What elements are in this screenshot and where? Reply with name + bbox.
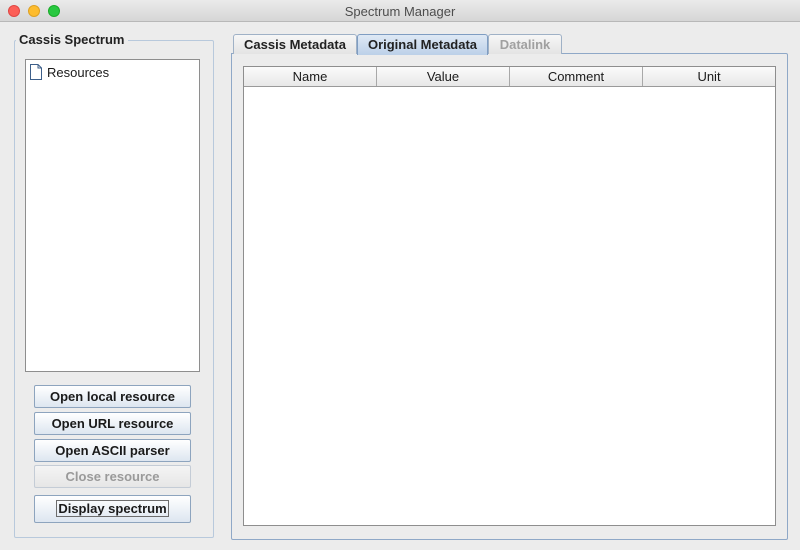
column-header-value[interactable]: Value — [377, 67, 510, 86]
window-title: Spectrum Manager — [344, 4, 456, 19]
resources-tree[interactable]: Resources — [25, 59, 200, 372]
table-header: Name Value Comment Unit — [244, 67, 775, 87]
tree-item-label: Resources — [47, 64, 110, 80]
tree-item-resources[interactable]: Resources — [29, 64, 109, 80]
column-header-comment[interactable]: Comment — [510, 67, 643, 86]
close-resource-button[interactable]: Close resource — [34, 465, 191, 488]
metadata-table[interactable]: Name Value Comment Unit — [243, 66, 776, 526]
title-bar: Spectrum Manager — [0, 0, 800, 22]
column-header-unit[interactable]: Unit — [643, 67, 775, 86]
document-icon — [29, 64, 43, 80]
display-spectrum-label: Display spectrum — [56, 500, 169, 517]
tab-datalink[interactable]: Datalink — [488, 34, 562, 54]
open-local-resource-button[interactable]: Open local resource — [34, 385, 191, 408]
column-header-name[interactable]: Name — [244, 67, 377, 86]
tab-original-metadata[interactable]: Original Metadata — [357, 34, 488, 55]
tab-cassis-metadata[interactable]: Cassis Metadata — [233, 34, 357, 54]
panel-title: Cassis Spectrum — [16, 32, 128, 47]
display-spectrum-button[interactable]: Display spectrum — [34, 495, 191, 523]
open-url-resource-button[interactable]: Open URL resource — [34, 412, 191, 435]
open-ascii-parser-button[interactable]: Open ASCII parser — [34, 439, 191, 462]
